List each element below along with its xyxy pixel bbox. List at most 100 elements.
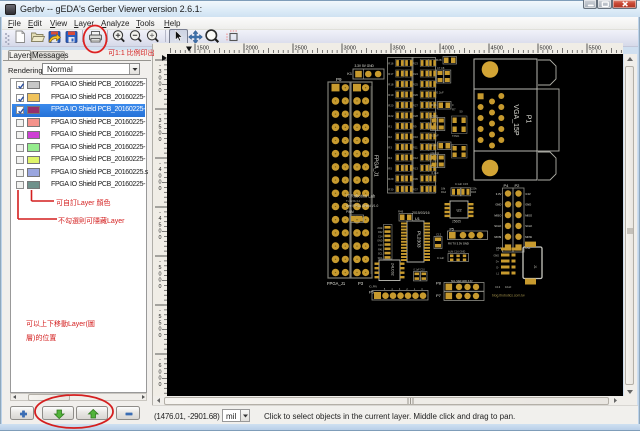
svg-text:0.1uF C10: 0.1uF C10 bbox=[414, 269, 426, 272]
svg-text:0: 0 bbox=[159, 88, 162, 94]
svg-text:D+: D+ bbox=[496, 261, 500, 264]
svg-text:-: - bbox=[159, 259, 161, 265]
svg-text:R29: R29 bbox=[388, 177, 394, 181]
svg-text:U2: U2 bbox=[456, 208, 462, 213]
svg-text:MOSI: MOSI bbox=[525, 235, 532, 239]
svg-text:0: 0 bbox=[159, 137, 162, 143]
svg-text:4: 4 bbox=[159, 216, 162, 222]
svg-text:0: 0 bbox=[159, 333, 162, 339]
svg-text:SCLK: SCLK bbox=[525, 224, 532, 228]
svg-text:R10: R10 bbox=[413, 135, 419, 139]
svg-text:R28: R28 bbox=[413, 114, 419, 118]
svg-text:-: - bbox=[159, 161, 161, 167]
svg-text:P1: P1 bbox=[525, 115, 532, 124]
svg-text:0.2uF: 0.2uF bbox=[437, 91, 444, 95]
svg-text:K1: K1 bbox=[347, 72, 352, 76]
svg-text:-: - bbox=[159, 112, 161, 118]
svg-text:R44: R44 bbox=[431, 144, 437, 148]
svg-text:0: 0 bbox=[159, 186, 162, 192]
svg-text:5: 5 bbox=[159, 314, 162, 320]
svg-text:C13: C13 bbox=[495, 285, 501, 289]
svg-text:L1: L1 bbox=[496, 273, 499, 276]
svg-text:2015/03/16: 2015/03/16 bbox=[412, 211, 430, 215]
svg-text:R42: R42 bbox=[378, 231, 383, 234]
svg-text:0.1uF: 0.1uF bbox=[437, 256, 444, 260]
svg-text:P2: P2 bbox=[515, 183, 521, 188]
svg-text:R22: R22 bbox=[388, 114, 394, 118]
svg-text:3: 3 bbox=[159, 118, 162, 124]
svg-text:R20: R20 bbox=[388, 104, 394, 108]
svg-text:blog.ltrobotics.com.tw: blog.ltrobotics.com.tw bbox=[492, 294, 525, 298]
svg-text:0: 0 bbox=[159, 271, 162, 277]
svg-text:C7 C8: C7 C8 bbox=[437, 66, 445, 70]
svg-text:FPGA_J1: FPGA_J1 bbox=[327, 281, 346, 286]
svg-text:PL2303: PL2303 bbox=[416, 231, 422, 248]
svg-text:P9: P9 bbox=[336, 77, 342, 82]
svg-text:MISO: MISO bbox=[525, 213, 532, 217]
svg-text:D-: D- bbox=[496, 267, 499, 270]
svg-text:R11: R11 bbox=[413, 146, 418, 150]
svg-text:R3: R3 bbox=[388, 146, 392, 150]
svg-text:5: 5 bbox=[159, 124, 162, 130]
svg-text:0.1uF C15: 0.1uF C15 bbox=[455, 182, 469, 186]
svg-text:RX TX 3.3V GND: RX TX 3.3V GND bbox=[448, 242, 469, 246]
svg-text:-: - bbox=[159, 308, 161, 314]
svg-text:R37: R37 bbox=[413, 188, 419, 192]
svg-text:R5: R5 bbox=[388, 167, 392, 171]
svg-text:3000: 3000 bbox=[344, 46, 356, 52]
svg-text:5000: 5000 bbox=[540, 46, 552, 52]
svg-text:5: 5 bbox=[159, 265, 162, 271]
svg-text:4000: 4000 bbox=[442, 46, 454, 52]
svg-text:R12: R12 bbox=[413, 156, 419, 160]
svg-text:0: 0 bbox=[159, 369, 162, 375]
svg-text:0.4uF: 0.4uF bbox=[432, 171, 439, 175]
svg-text:5: 5 bbox=[159, 222, 162, 228]
svg-text:0: 0 bbox=[159, 180, 162, 186]
svg-text:2000: 2000 bbox=[246, 46, 258, 52]
svg-text:P3: P3 bbox=[358, 281, 364, 286]
svg-text:10uF: 10uF bbox=[505, 285, 512, 289]
svg-text:0: 0 bbox=[159, 376, 162, 382]
svg-text:SDA: SDA bbox=[378, 257, 383, 260]
svg-text:U1: U1 bbox=[415, 217, 420, 221]
svg-text:VGA_15P: VGA_15P bbox=[512, 104, 519, 135]
svg-text:ALM C16 GND: ALM C16 GND bbox=[448, 250, 465, 254]
svg-text:-: - bbox=[159, 357, 161, 363]
svg-text:R49: R49 bbox=[398, 210, 404, 214]
svg-text:R23: R23 bbox=[413, 62, 419, 66]
svg-text:R25: R25 bbox=[413, 83, 419, 87]
svg-text:R26: R26 bbox=[413, 93, 419, 97]
svg-text:IO_PIN: IO_PIN bbox=[369, 286, 377, 289]
svg-text:R1: R1 bbox=[388, 125, 392, 129]
svg-text:P7: P7 bbox=[436, 293, 442, 298]
svg-text:See FPGA Shield V1.0: See FPGA Shield V1.0 bbox=[346, 204, 378, 208]
svg-text:0: 0 bbox=[159, 229, 162, 235]
svg-text:1500: 1500 bbox=[197, 46, 209, 52]
svg-text:SCL: SCL bbox=[378, 253, 383, 256]
svg-text:R13: R13 bbox=[413, 167, 419, 171]
svg-text:R18: R18 bbox=[388, 83, 394, 87]
svg-text:0: 0 bbox=[159, 284, 162, 290]
svg-text:0.1uF: 0.1uF bbox=[432, 134, 439, 138]
svg-text:MISO: MISO bbox=[494, 213, 501, 217]
svg-text:R41: R41 bbox=[378, 248, 383, 251]
svg-text:R30: R30 bbox=[388, 188, 394, 192]
svg-text:C13: C13 bbox=[378, 244, 383, 247]
svg-text:GND: GND bbox=[493, 255, 499, 258]
svg-text:5: 5 bbox=[159, 320, 162, 326]
svg-text:R36: R36 bbox=[413, 177, 419, 181]
svg-text:Tx:13 Rx:14: Tx:13 Rx:14 bbox=[346, 199, 361, 203]
svg-text:0: 0 bbox=[159, 327, 162, 333]
svg-text:3.3V: 3.3V bbox=[525, 192, 531, 196]
svg-text:R2: R2 bbox=[388, 135, 392, 139]
svg-text:-: - bbox=[159, 210, 161, 216]
svg-text:R17: R17 bbox=[388, 72, 394, 76]
svg-text:R15: R15 bbox=[431, 103, 437, 107]
svg-text:GND: GND bbox=[525, 203, 531, 207]
svg-text:6: 6 bbox=[159, 363, 162, 369]
svg-text:3.3V 5V GND: 3.3V 5V GND bbox=[355, 64, 375, 68]
svg-text:GND: GND bbox=[495, 203, 501, 207]
svg-text:SCLK: SCLK bbox=[494, 224, 501, 228]
svg-text:0: 0 bbox=[159, 173, 162, 179]
svg-text:R19: R19 bbox=[388, 93, 394, 97]
